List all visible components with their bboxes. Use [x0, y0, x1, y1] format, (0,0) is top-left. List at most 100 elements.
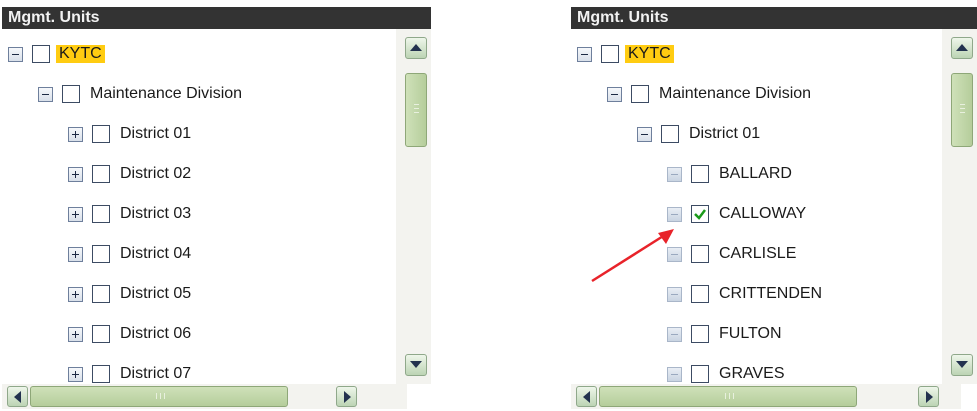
tree-node-label[interactable]: District 06: [120, 325, 191, 343]
leaf-node-icon: [667, 326, 682, 342]
expand-icon[interactable]: [68, 166, 83, 182]
checkbox[interactable]: [92, 365, 110, 383]
tree-node[interactable]: District 01: [637, 119, 760, 149]
annotation-arrow-icon: [591, 229, 674, 283]
checkbox[interactable]: [92, 245, 110, 263]
tree-node[interactable]: District 06: [68, 319, 191, 349]
tree-node-label[interactable]: District 01: [689, 125, 760, 143]
tree-node-label[interactable]: FULTON: [719, 325, 782, 343]
vertical-scrollbar[interactable]: [942, 29, 977, 384]
expand-icon[interactable]: [68, 246, 83, 262]
checkbox[interactable]: [691, 365, 709, 383]
tree-node-label[interactable]: District 03: [120, 205, 191, 223]
vertical-scrollbar[interactable]: [396, 29, 431, 384]
horizontal-scroll-thumb[interactable]: [599, 386, 857, 407]
tree-view: KYTC Maintenance Division District 01 BALLA…: [571, 29, 942, 384]
chevron-left-icon: [14, 391, 21, 403]
chevron-left-icon: [583, 391, 590, 403]
expand-icon[interactable]: [68, 286, 83, 302]
collapse-icon[interactable]: [38, 86, 53, 102]
checkbox[interactable]: [691, 325, 709, 343]
expand-icon[interactable]: [68, 366, 83, 382]
tree-node[interactable]: District 04: [68, 239, 191, 269]
scroll-thumb[interactable]: [405, 73, 427, 147]
checkmark-icon: [694, 209, 706, 220]
checkbox[interactable]: [92, 285, 110, 303]
collapse-icon[interactable]: [8, 46, 23, 62]
tree-node[interactable]: District 03: [68, 199, 191, 229]
horizontal-scrollbar[interactable]: [2, 384, 407, 409]
scroll-up-button[interactable]: [405, 37, 427, 59]
checkbox[interactable]: [92, 205, 110, 223]
checkbox[interactable]: [691, 165, 709, 183]
leaf-node-icon: [667, 206, 682, 222]
tree-node[interactable]: District 05: [68, 279, 191, 309]
tree-node[interactable]: District 01: [68, 119, 191, 149]
tree-node-label[interactable]: BALLARD: [719, 165, 792, 183]
tree-node[interactable]: District 07: [68, 359, 191, 384]
tree-node-label[interactable]: Maintenance Division: [659, 85, 811, 103]
horizontal-scrollbar[interactable]: [571, 384, 961, 409]
tree-node[interactable]: CRITTENDEN: [667, 279, 822, 309]
chevron-down-icon: [410, 361, 422, 368]
tree-node-label[interactable]: GRAVES: [719, 365, 785, 383]
tree-node-label[interactable]: District 05: [120, 285, 191, 303]
tree-node-label[interactable]: CARLISLE: [719, 245, 796, 263]
tree-node[interactable]: District 02: [68, 159, 191, 189]
checkbox[interactable]: [691, 285, 709, 303]
tree-node[interactable]: Maintenance Division: [38, 79, 242, 109]
checkbox[interactable]: [32, 45, 50, 63]
tree-node-label[interactable]: District 02: [120, 165, 191, 183]
tree-node[interactable]: FULTON: [667, 319, 782, 349]
leaf-node-icon: [667, 286, 682, 302]
tree-node[interactable]: BALLARD: [667, 159, 792, 189]
tree-node-label[interactable]: District 07: [120, 365, 191, 383]
tree-node[interactable]: GRAVES: [667, 359, 785, 384]
tree-node-label[interactable]: District 01: [120, 125, 191, 143]
tree-node-label[interactable]: Maintenance Division: [90, 85, 242, 103]
tree-node-label[interactable]: CALLOWAY: [719, 205, 806, 223]
checkbox[interactable]: [601, 45, 619, 63]
tree-node-label[interactable]: KYTC: [625, 45, 674, 63]
checkbox[interactable]: [661, 125, 679, 143]
scroll-up-button[interactable]: [951, 37, 973, 59]
collapse-icon[interactable]: [577, 46, 592, 62]
tree-node[interactable]: Maintenance Division: [607, 79, 811, 109]
expand-icon[interactable]: [68, 206, 83, 222]
checkbox[interactable]: [62, 85, 80, 103]
tree-node-label[interactable]: District 04: [120, 245, 191, 263]
checkbox[interactable]: [691, 245, 709, 263]
checkbox[interactable]: [691, 205, 709, 223]
chevron-right-icon: [344, 391, 351, 403]
tree-node[interactable]: CARLISLE: [667, 239, 796, 269]
collapse-icon[interactable]: [637, 126, 652, 142]
tree-node[interactable]: CALLOWAY: [667, 199, 806, 229]
checkbox[interactable]: [92, 165, 110, 183]
scroll-down-button[interactable]: [405, 354, 427, 376]
checkbox[interactable]: [631, 85, 649, 103]
panel-title: Mgmt. Units: [2, 7, 431, 29]
expand-icon[interactable]: [68, 126, 83, 142]
tree-node[interactable]: KYTC: [577, 39, 674, 69]
expand-icon[interactable]: [68, 326, 83, 342]
tree-view: KYTC Maintenance Division District 01 Distr…: [2, 29, 396, 384]
scroll-down-button[interactable]: [951, 354, 973, 376]
tree-node-label[interactable]: KYTC: [56, 45, 105, 63]
horizontal-scroll-thumb[interactable]: [30, 386, 288, 407]
scroll-left-button[interactable]: [7, 386, 28, 407]
scroll-thumb[interactable]: [951, 73, 973, 147]
collapse-icon[interactable]: [607, 86, 622, 102]
scroll-right-button[interactable]: [336, 386, 357, 407]
chevron-up-icon: [956, 44, 968, 51]
chevron-up-icon: [410, 44, 422, 51]
checkbox[interactable]: [92, 325, 110, 343]
checkbox[interactable]: [92, 125, 110, 143]
panel-title: Mgmt. Units: [571, 7, 977, 29]
scroll-right-button[interactable]: [918, 386, 939, 407]
scroll-left-button[interactable]: [576, 386, 597, 407]
tree-node-label[interactable]: CRITTENDEN: [719, 285, 822, 303]
chevron-down-icon: [956, 361, 968, 368]
leaf-node-icon: [667, 166, 682, 182]
tree-node[interactable]: KYTC: [8, 39, 105, 69]
mgmt-units-panel-left: Mgmt. Units KYTC Maintenance Division Dist…: [2, 7, 431, 409]
